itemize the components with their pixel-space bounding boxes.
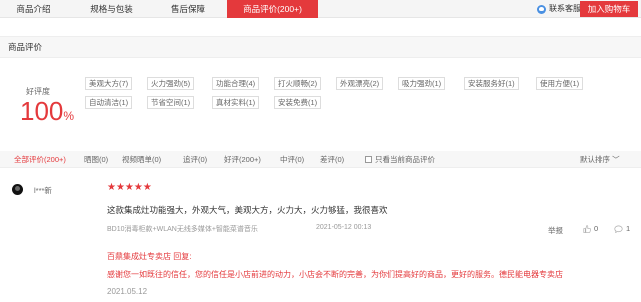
only-current-checkbox[interactable] <box>365 156 372 163</box>
review-text: 这款集成灶功能强大，外观大气，美观大方，火力大，火力够猛，我很喜欢 <box>107 205 388 215</box>
review-tag[interactable]: 安装服务好(1) <box>464 77 519 90</box>
contact-service-link[interactable]: 联系客服 <box>537 0 581 18</box>
tab-after-sales[interactable]: 售后保障 <box>158 0 218 18</box>
tab-reviews[interactable]: 商品评价(200+) <box>227 0 318 18</box>
positive-rate-value: 100% <box>20 96 75 126</box>
report-link[interactable]: 举报 <box>548 225 563 236</box>
filter-positive[interactable]: 好评(200+) <box>224 151 261 168</box>
review-tag[interactable]: 吸力强劲(1) <box>398 77 446 90</box>
review-time: 2021-05-12 00:13 <box>316 224 372 231</box>
customer-service-icon <box>537 4 546 14</box>
review-tag[interactable]: 打火顺畅(2) <box>274 77 322 90</box>
seller-reply-text: 感谢您一如既往的信任，您的信任是小店前进的动力，小店会不断的完善，为你们提高好的… <box>107 270 563 279</box>
review-tag[interactable]: 外观漂亮(2) <box>336 77 384 90</box>
contact-service-label: 联系客服 <box>549 4 581 13</box>
reply-button[interactable]: 1 <box>614 224 630 233</box>
only-current-label[interactable]: 只看当前商品评价 <box>375 151 435 168</box>
reviewer-name: l***新 <box>34 186 52 195</box>
sort-dropdown[interactable]: 默认排序 ﹀ <box>580 151 620 168</box>
purchased-variant: BD10消毒柜款+WLAN无线多媒体+智能菜谱音乐 <box>107 226 258 233</box>
tab-spec-packaging[interactable]: 规格与包装 <box>77 0 146 18</box>
review-tag[interactable]: 美观大方(7) <box>85 77 133 90</box>
tab-product-intro[interactable]: 商品介绍 <box>6 0 61 18</box>
review-tag[interactable]: 自动清洁(1) <box>85 96 133 109</box>
sort-label: 默认排序 <box>580 155 610 164</box>
reply-count: 1 <box>626 224 631 233</box>
like-button[interactable]: 0 <box>583 224 598 233</box>
comment-bubble-icon <box>614 225 623 233</box>
review-filter-bar: 全部评价(200+) 晒图(0) 视频晒单(0) 追评(0) 好评(200+) … <box>0 151 641 168</box>
chevron-down-icon: ﹀ <box>610 155 620 164</box>
like-count: 0 <box>594 224 599 233</box>
review-tag[interactable]: 安装免费(1) <box>274 96 322 109</box>
section-title: 商品评价 <box>8 42 43 52</box>
add-to-cart-button[interactable]: 加入购物车 <box>580 1 638 17</box>
seller-reply-header: 百鼎集成灶专卖店 回复: <box>107 252 192 261</box>
filter-neutral[interactable]: 中评(0) <box>280 151 304 168</box>
star-rating: ★★★★★ <box>107 182 152 193</box>
filter-video[interactable]: 视频晒单(0) <box>122 151 161 168</box>
filter-all[interactable]: 全部评价(200+) <box>14 151 66 168</box>
filter-follow-up[interactable]: 追评(0) <box>183 151 207 168</box>
product-tab-bar: 商品介绍 规格与包装 售后保障 商品评价(200+) 联系客服 加入购物车 <box>0 0 641 18</box>
reviews-section-header: 商品评价 <box>0 36 641 58</box>
filter-negative[interactable]: 差评(0) <box>320 151 344 168</box>
filter-with-images[interactable]: 晒图(0) <box>84 151 108 168</box>
seller-reply-date: 2021.05.12 <box>107 287 148 296</box>
avatar <box>12 184 23 195</box>
review-tag[interactable]: 火力强劲(5) <box>147 77 195 90</box>
review-tag[interactable]: 使用方便(1) <box>536 77 584 90</box>
review-tag[interactable]: 节省空间(1) <box>147 96 195 109</box>
review-tag[interactable]: 功能合理(4) <box>212 77 260 90</box>
review-tag[interactable]: 真材实料(1) <box>212 96 260 109</box>
thumbs-up-icon <box>583 224 591 233</box>
